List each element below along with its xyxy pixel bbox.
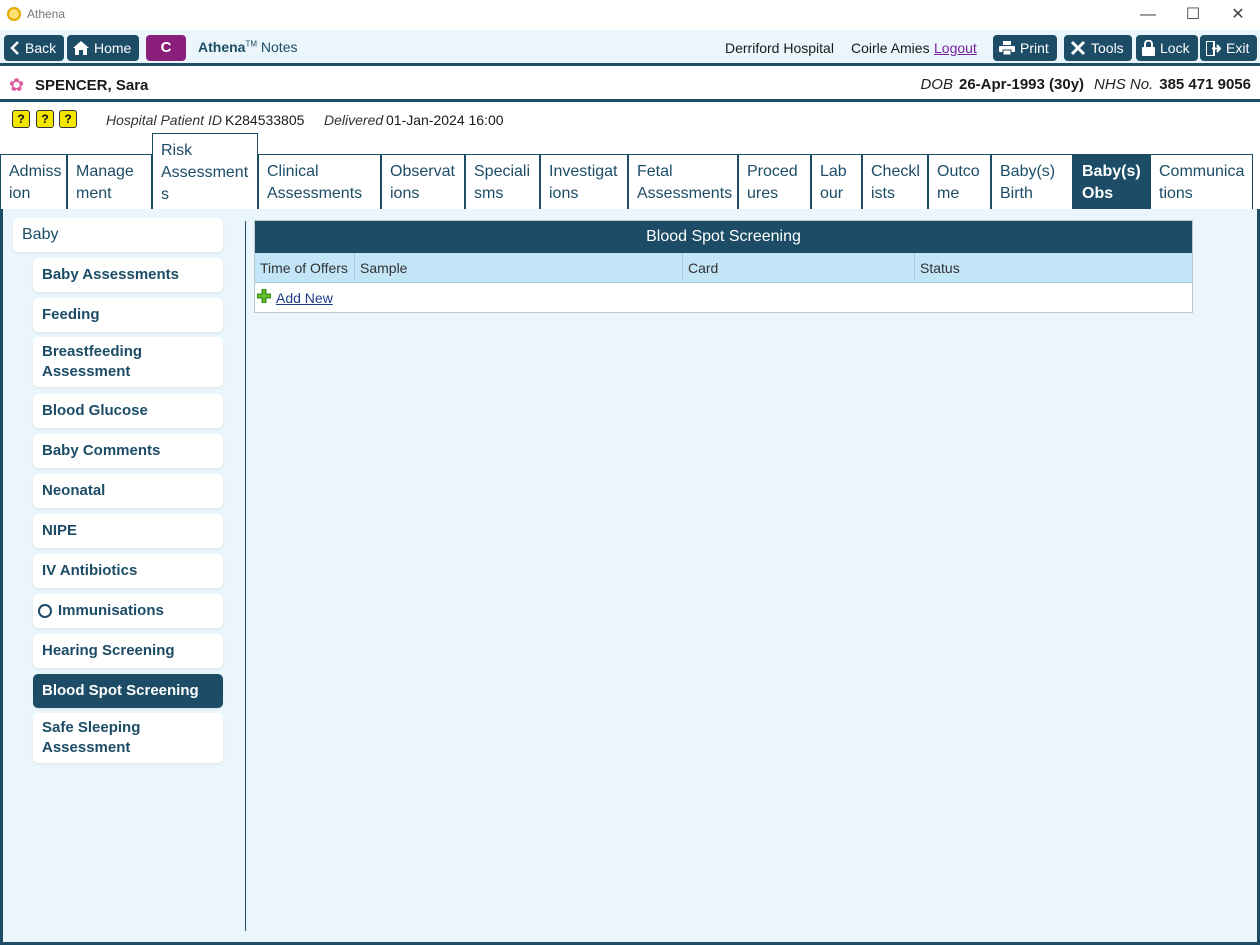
chevron-left-icon bbox=[10, 41, 19, 55]
tab-babys-birth[interactable]: Baby(s) Birth bbox=[991, 154, 1073, 209]
alert-question-icon-2[interactable]: ? bbox=[59, 110, 77, 128]
delivered-label: Delivered bbox=[324, 112, 384, 128]
minimize-button[interactable]: — bbox=[1137, 4, 1159, 26]
back-button[interactable]: Back bbox=[4, 35, 65, 61]
user-name: Coirle Amies bbox=[851, 40, 930, 56]
brand-suffix: Notes bbox=[257, 39, 298, 55]
logout-link[interactable]: Logout bbox=[934, 40, 977, 56]
athena-logo-icon bbox=[7, 7, 21, 21]
home-label: Home bbox=[94, 40, 132, 56]
tab-clinical-assessments[interactable]: Clinical Assessments bbox=[258, 154, 381, 209]
brand-tm: TM bbox=[245, 39, 258, 49]
content-area: Baby Baby Assessments Feeding Breastfeed… bbox=[0, 209, 1260, 945]
tab-communications[interactable]: Communica tions bbox=[1150, 154, 1253, 209]
tab-admission[interactable]: Admiss ion bbox=[0, 154, 67, 209]
sidebar-item-baby-comments[interactable]: Baby Comments bbox=[33, 434, 223, 468]
window-title: Athena bbox=[27, 7, 66, 21]
sidebar-item-blood-glucose[interactable]: Blood Glucose bbox=[33, 394, 223, 428]
patient-name: SPENCER, Sara bbox=[35, 77, 149, 94]
tab-observations[interactable]: Observat ions bbox=[381, 154, 465, 209]
print-button[interactable]: Print bbox=[993, 35, 1057, 61]
lock-label: Lock bbox=[1160, 40, 1190, 56]
sidebar-item-breastfeeding-assessment[interactable]: Breastfeeding Assessment bbox=[33, 337, 223, 387]
tab-risk-assessments[interactable]: Risk Assessment s bbox=[152, 133, 258, 209]
lock-button[interactable]: Lock bbox=[1136, 35, 1198, 61]
tab-fetal-assessments[interactable]: Fetal Assessments bbox=[628, 154, 738, 209]
tab-specialisms[interactable]: Speciali sms bbox=[465, 154, 540, 209]
tab-management[interactable]: Manage ment bbox=[67, 154, 152, 209]
sidebar-item-feeding[interactable]: Feeding bbox=[33, 298, 223, 332]
close-window-button[interactable]: ✕ bbox=[1227, 4, 1249, 26]
hospital-name: Derriford Hospital bbox=[725, 40, 834, 56]
sidebar-root-baby[interactable]: Baby bbox=[13, 218, 223, 252]
sidebar-item-hearing-screening[interactable]: Hearing Screening bbox=[33, 634, 223, 668]
tab-outcome[interactable]: Outco me bbox=[928, 154, 991, 209]
tools-button[interactable]: Tools bbox=[1064, 35, 1132, 61]
tab-labour[interactable]: Lab our bbox=[811, 154, 862, 209]
panel-title: Blood Spot Screening bbox=[255, 221, 1192, 253]
sidebar-item-neonatal[interactable]: Neonatal bbox=[33, 474, 223, 508]
app-brand: AthenaTM Notes bbox=[198, 39, 297, 55]
dob-label: DOB bbox=[920, 76, 953, 93]
hospital-id-value: K284533805 bbox=[225, 112, 305, 128]
sidebar-item-nipe[interactable]: NIPE bbox=[33, 514, 223, 548]
tab-checklists[interactable]: Checkl ists bbox=[862, 154, 928, 209]
c-button[interactable]: C bbox=[146, 35, 186, 61]
flower-icon: ✿ bbox=[9, 75, 25, 95]
exit-icon bbox=[1206, 40, 1221, 56]
main-toolbar: Back Home C AthenaTM Notes Derriford Hos… bbox=[0, 30, 1260, 66]
back-label: Back bbox=[25, 40, 57, 56]
dob-value: 26-Apr-1993 (30y) bbox=[958, 76, 1085, 93]
maximize-button[interactable]: ☐ bbox=[1182, 4, 1204, 26]
window-titlebar: Athena — ☐ ✕ bbox=[0, 0, 1260, 30]
sidebar-item-iv-antibiotics[interactable]: IV Antibiotics bbox=[33, 554, 223, 588]
brand-name: Athena bbox=[198, 39, 246, 55]
delivered-value: 01-Jan-2024 16:00 bbox=[386, 112, 504, 128]
sidebar-item-baby-assessments[interactable]: Baby Assessments bbox=[33, 258, 223, 292]
lock-icon bbox=[1142, 40, 1155, 56]
tab-procedures[interactable]: Proced ures bbox=[738, 154, 811, 209]
nhs-value: 385 471 9056 bbox=[1159, 76, 1251, 93]
section-tabs: Admiss ion Manage ment Risk Assessment s Cli… bbox=[0, 133, 1260, 210]
sidebar-divider bbox=[245, 221, 246, 931]
exit-button[interactable]: Exit bbox=[1200, 35, 1258, 61]
tools-icon bbox=[1070, 40, 1086, 56]
nhs-label: NHS No. bbox=[1094, 76, 1154, 93]
sidebar-item-immunisations-label: Immunisations bbox=[58, 602, 164, 619]
column-header-time-of-offers[interactable]: Time of Offers bbox=[255, 253, 355, 283]
printer-icon bbox=[999, 41, 1015, 55]
sidebar-item-safe-sleeping-assessment[interactable]: Safe Sleeping Assessment bbox=[33, 713, 223, 763]
tools-label: Tools bbox=[1091, 40, 1124, 56]
hospital-id-label: Hospital Patient ID bbox=[106, 112, 222, 128]
sidebar-item-immunisations[interactable]: Immunisations bbox=[33, 594, 223, 628]
column-header-sample[interactable]: Sample bbox=[355, 253, 683, 283]
column-header-status[interactable]: Status bbox=[915, 253, 1192, 283]
alert-question-icon[interactable]: ? bbox=[36, 110, 54, 128]
patient-banner: ✿ SPENCER, Sara DOB 26-Apr-1993 (30y) NHS … bbox=[0, 69, 1260, 102]
tab-investigations[interactable]: Investigat ions bbox=[540, 154, 628, 209]
home-icon bbox=[73, 41, 89, 55]
alert-list-icon[interactable]: ? bbox=[12, 110, 30, 128]
patient-identifiers: DOB 26-Apr-1993 (30y) NHS No. 385 471 9056 bbox=[920, 76, 1251, 93]
print-label: Print bbox=[1020, 40, 1049, 56]
add-new-row: Add New bbox=[255, 283, 1192, 312]
blood-spot-screening-panel: Blood Spot Screening Time of Offers Samp… bbox=[254, 220, 1193, 313]
exit-label: Exit bbox=[1226, 40, 1250, 56]
tab-babys-obs[interactable]: Baby(s) Obs bbox=[1073, 154, 1150, 209]
column-header-card[interactable]: Card bbox=[683, 253, 915, 283]
sidebar-item-blood-spot-screening[interactable]: Blood Spot Screening bbox=[33, 674, 223, 708]
add-new-link[interactable]: Add New bbox=[276, 290, 333, 306]
home-button[interactable]: Home bbox=[67, 35, 140, 61]
radio-circle-icon bbox=[38, 604, 52, 618]
plus-icon[interactable] bbox=[257, 289, 271, 303]
table-header: Time of Offers Sample Card Status bbox=[255, 253, 1192, 283]
